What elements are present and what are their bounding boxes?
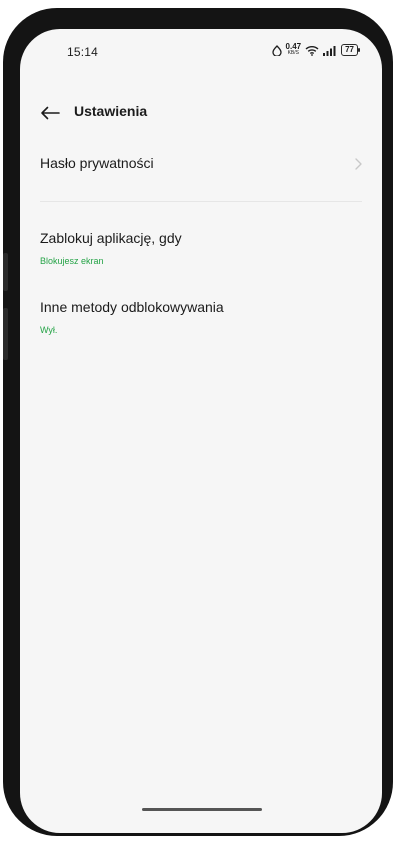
net-speed-unit: KB/S — [287, 50, 299, 56]
top-app-bar: Ustawienia — [20, 99, 382, 135]
net-speed: 0.47 KB/S — [286, 43, 302, 57]
list-item-title: Inne metody odblokowywania — [40, 299, 224, 315]
wifi-icon — [305, 45, 319, 56]
back-button[interactable] — [36, 99, 64, 127]
list-item-title: Hasło prywatności — [40, 155, 154, 171]
screen: 15:14 0.47 KB/S 77 Ustawienia Hasło pryw… — [20, 29, 382, 833]
status-bar: 15:14 0.47 KB/S 77 — [20, 29, 382, 75]
list-item-title: Zablokuj aplikację, gdy — [40, 230, 182, 246]
alarm-icon — [271, 44, 282, 56]
battery-icon: 77 — [341, 44, 360, 56]
status-time: 15:14 — [67, 45, 99, 59]
phone-frame: 15:14 0.47 KB/S 77 Ustawienia Hasło pryw… — [3, 8, 393, 836]
signal-icon — [323, 45, 336, 56]
arrow-left-icon — [41, 106, 60, 120]
list-item-privacy-password[interactable]: Hasło prywatności — [20, 155, 382, 195]
net-speed-value: 0.47 — [285, 42, 302, 51]
home-indicator[interactable] — [142, 808, 262, 811]
volume-up-button — [3, 253, 8, 291]
list-item-other-unlock-methods[interactable]: Inne metody odblokowywania Wył. — [20, 299, 382, 343]
divider — [40, 201, 362, 202]
list-item-value: Wył. — [40, 325, 58, 335]
list-item-lock-app-when[interactable]: Zablokuj aplikację, gdy Blokujesz ekran — [20, 230, 382, 274]
volume-down-button — [3, 308, 8, 360]
status-icons: 0.47 KB/S 77 — [271, 43, 360, 57]
page-title: Ustawienia — [74, 103, 148, 119]
list-item-value: Blokujesz ekran — [40, 256, 104, 266]
chevron-right-icon — [355, 158, 362, 170]
